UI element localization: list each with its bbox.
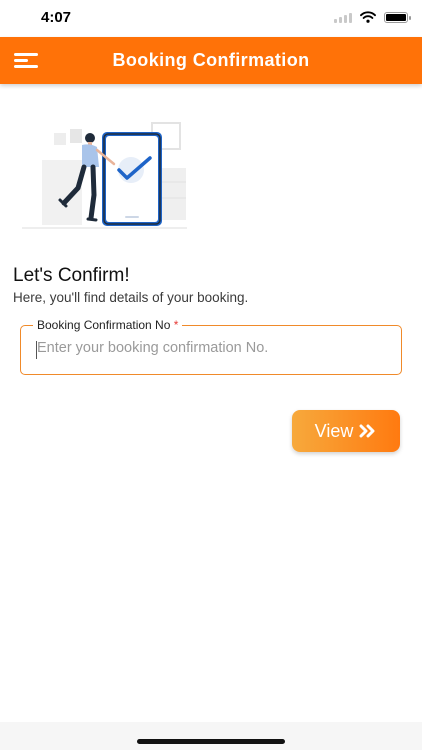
- double-chevron-right-icon: [359, 424, 375, 438]
- booking-confirmation-field: Booking Confirmation No *: [20, 318, 402, 375]
- status-time: 4:07: [41, 9, 72, 26]
- home-indicator[interactable]: [137, 739, 285, 744]
- status-bar: 4:07: [0, 0, 422, 37]
- bottom-safe-area: [0, 722, 422, 750]
- confirm-subheading: Here, you'll find details of your bookin…: [13, 290, 249, 305]
- cellular-signal-icon: [334, 12, 352, 23]
- app-bar: Booking Confirmation: [0, 37, 422, 84]
- page-title: Booking Confirmation: [112, 50, 310, 70]
- battery-icon: [384, 11, 411, 23]
- status-icons: [334, 11, 411, 23]
- field-label-text: Booking Confirmation No: [37, 318, 171, 332]
- confirm-heading: Let's Confirm!: [13, 265, 130, 286]
- view-button-label: View: [314, 420, 354, 441]
- required-marker: *: [173, 318, 179, 332]
- view-button[interactable]: View: [292, 410, 400, 452]
- booking-confirmation-input[interactable]: [35, 339, 389, 357]
- wifi-icon: [360, 11, 376, 23]
- booking-confirmation-label: Booking Confirmation No *: [33, 318, 183, 332]
- phone-checkmark-illustration: [22, 122, 187, 229]
